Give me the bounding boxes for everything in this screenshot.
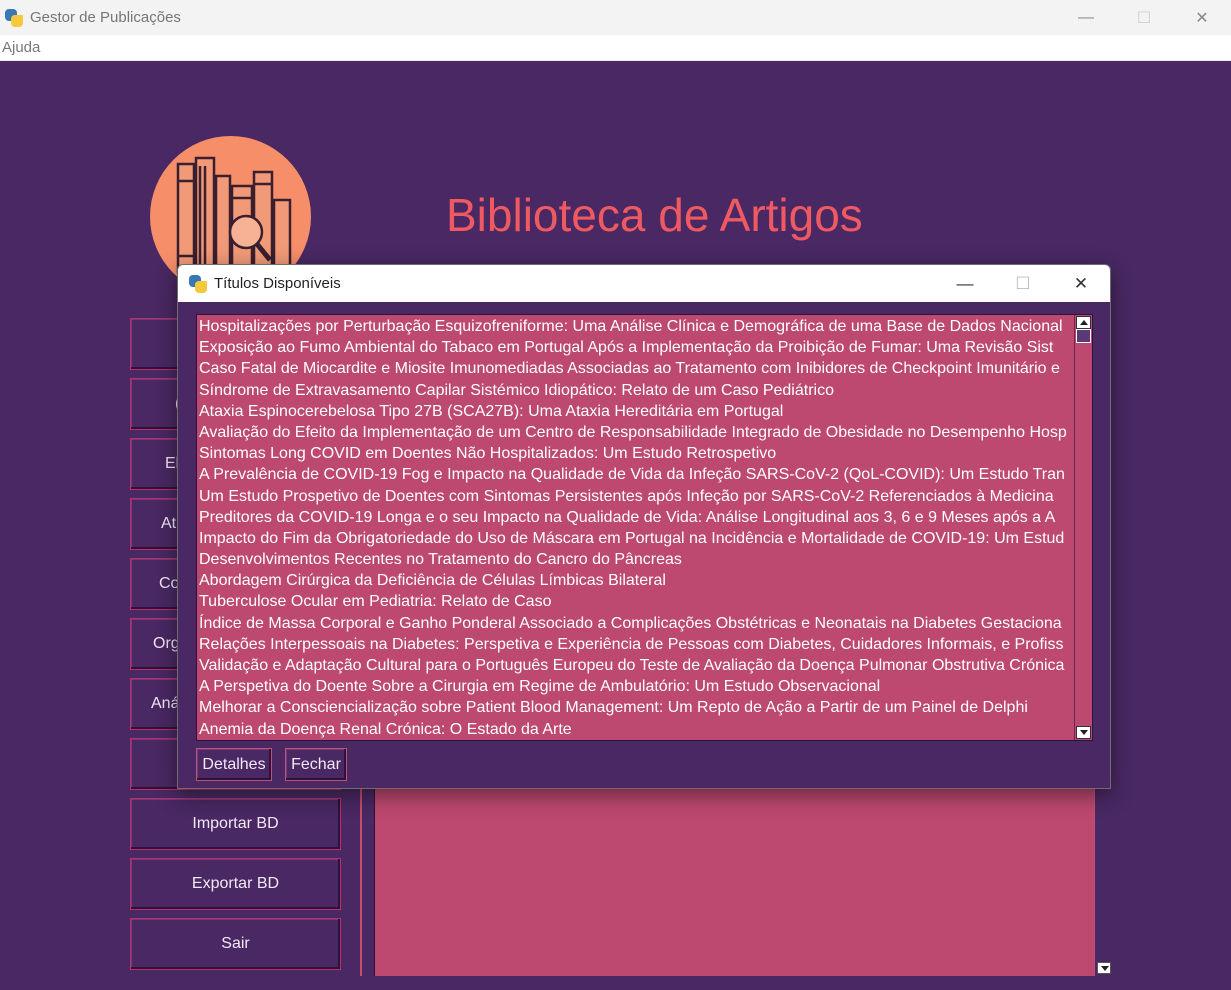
import-db-button[interactable]: Importar BD bbox=[130, 798, 341, 850]
export-db-button[interactable]: Exportar BD bbox=[130, 858, 341, 910]
minimize-button[interactable]: — bbox=[1057, 0, 1115, 35]
list-item[interactable]: Sintomas Long COVID em Doentes Não Hospi… bbox=[198, 443, 1074, 464]
titles-listbox[interactable]: Hospitalizações por Perturbação Esquizof… bbox=[196, 314, 1093, 741]
titles-scrollbar[interactable] bbox=[1074, 315, 1092, 740]
titles-dialog: Títulos Disponíveis — ☐ ✕ Hospitalizaçõe… bbox=[177, 264, 1111, 789]
titles-list: Hospitalizações por Perturbação Esquizof… bbox=[198, 316, 1074, 739]
window-controls: — ☐ ✕ bbox=[1057, 0, 1231, 35]
python-icon bbox=[4, 8, 24, 28]
close-button[interactable]: ✕ bbox=[1173, 0, 1231, 35]
list-item[interactable]: Hospitalizações por Perturbação Esquizof… bbox=[198, 316, 1074, 337]
list-item[interactable]: Tuberculose Ocular em Pediatria: Relato … bbox=[198, 591, 1074, 612]
list-item[interactable]: Preditores da COVID-19 Longa e o seu Imp… bbox=[198, 507, 1074, 528]
list-item[interactable]: Relações Interpessoais na Diabetes: Pers… bbox=[198, 634, 1074, 655]
list-item[interactable]: Ataxia Espinocerebelosa Tipo 27B (SCA27B… bbox=[198, 401, 1074, 422]
menubar: Ajuda bbox=[0, 35, 1231, 61]
app-title: Biblioteca de Artigos bbox=[446, 189, 863, 241]
list-item[interactable]: Desenvolvimentos Recentes no Tratamento … bbox=[198, 549, 1074, 570]
list-item[interactable]: A Prevalência de COVID-19 Fog e Impacto … bbox=[198, 464, 1074, 485]
main-separator bbox=[360, 788, 362, 976]
scroll-down-icon[interactable] bbox=[1097, 962, 1111, 974]
list-item[interactable]: Avaliação do Efeito da Implementação de … bbox=[198, 422, 1074, 443]
list-item[interactable]: Melhorar a Consciencialização sobre Pati… bbox=[198, 697, 1074, 718]
python-icon bbox=[188, 274, 208, 294]
list-item[interactable]: Caso Fatal de Miocardite e Miosite Imuno… bbox=[198, 358, 1074, 379]
list-item[interactable]: Abordagem Cirúrgica da Deficiência de Cé… bbox=[198, 570, 1074, 591]
main-scrollbar[interactable] bbox=[1094, 788, 1112, 976]
side-button-label: Importar BD bbox=[192, 815, 279, 832]
dialog-minimize-button[interactable]: — bbox=[936, 265, 994, 302]
dialog-titlebar: Títulos Disponíveis — ☐ ✕ bbox=[178, 265, 1110, 302]
list-item[interactable]: Exposição ao Fumo Ambiental do Tabaco em… bbox=[198, 337, 1074, 358]
list-item[interactable]: Síndrome de Extravasamento Capilar Sisté… bbox=[198, 380, 1074, 401]
maximize-button[interactable]: ☐ bbox=[1115, 0, 1173, 35]
list-item[interactable]: Índice de Massa Corporal e Ganho Pondera… bbox=[198, 613, 1074, 634]
menu-ajuda[interactable]: Ajuda bbox=[0, 39, 42, 56]
list-item[interactable]: A Perspetiva do Doente Sobre a Cirurgia … bbox=[198, 676, 1074, 697]
dialog-maximize-button[interactable]: ☐ bbox=[994, 265, 1052, 302]
exit-button[interactable]: Sair bbox=[130, 918, 341, 970]
side-button-label: Exportar BD bbox=[191, 875, 280, 892]
list-item[interactable]: Anemia da Doença Renal Crónica: O Estado… bbox=[198, 719, 1074, 739]
dialog-title: Títulos Disponíveis bbox=[214, 275, 341, 292]
window-title: Gestor de Publicações bbox=[30, 9, 181, 26]
main-listbox[interactable] bbox=[374, 788, 1094, 976]
list-item[interactable]: Impacto do Fim da Obrigatoriedade do Uso… bbox=[198, 528, 1074, 549]
scroll-down-icon[interactable] bbox=[1076, 726, 1091, 739]
dialog-controls: — ☐ ✕ bbox=[936, 265, 1110, 302]
side-button-label: Sair bbox=[221, 935, 250, 952]
close-dialog-button[interactable]: Fechar bbox=[285, 748, 347, 781]
dialog-close-button[interactable]: ✕ bbox=[1052, 265, 1110, 302]
window-titlebar: Gestor de Publicações — ☐ ✕ bbox=[0, 0, 1231, 35]
list-item[interactable]: Um Estudo Prospetivo de Doentes com Sint… bbox=[198, 486, 1074, 507]
details-button[interactable]: Detalhes bbox=[196, 748, 272, 781]
scroll-up-icon[interactable] bbox=[1076, 316, 1091, 329]
scroll-thumb[interactable] bbox=[1076, 329, 1091, 343]
list-item[interactable]: Validação e Adaptação Cultural para o Po… bbox=[198, 655, 1074, 676]
